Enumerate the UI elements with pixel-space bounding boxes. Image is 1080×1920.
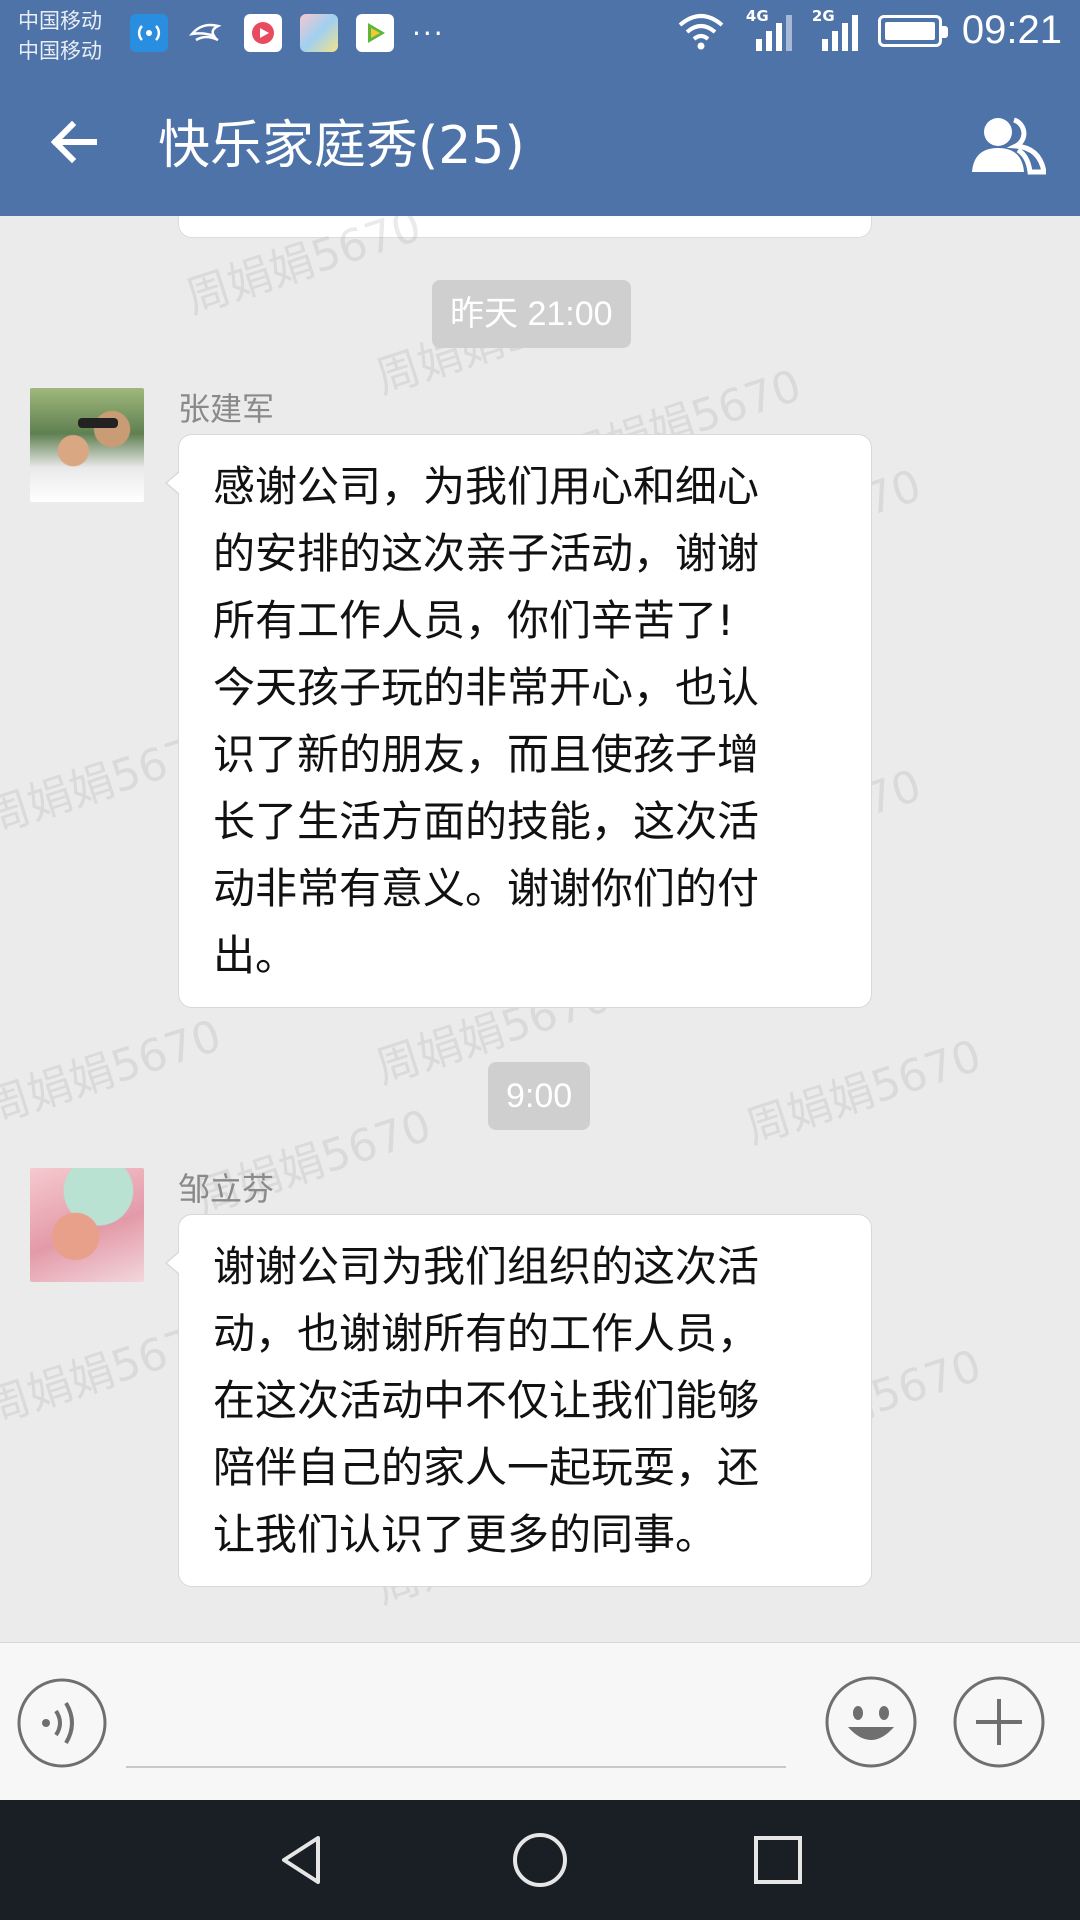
message-text-line: 出。	[213, 931, 298, 980]
status-indicators: 4G 2G 09:21	[676, 7, 1062, 53]
nav-home-icon[interactable]	[508, 1828, 572, 1892]
play-app-icon	[356, 14, 394, 52]
more-notifications-icon: ···	[412, 16, 445, 50]
watermark: 周娟娟5670	[0, 1010, 228, 1135]
message-input-bar	[0, 1642, 1080, 1800]
input-underline	[126, 1766, 786, 1768]
plus-icon[interactable]	[952, 1675, 1046, 1769]
message-text-line: 所有工作人员，你们辛苦了!	[213, 596, 734, 645]
message-text-line: 让我们认识了更多的同事。	[213, 1510, 718, 1559]
carrier-info: 中国移动 中国移动	[18, 6, 102, 66]
watermark: 周娟娟5670	[739, 1030, 988, 1155]
signal-2g-icon: 2G	[812, 7, 858, 51]
message-text-line: 动非常有意义。谢谢你们的付	[213, 864, 760, 913]
emoji-icon[interactable]	[824, 1675, 918, 1769]
avatar[interactable]	[30, 388, 144, 502]
group-members-icon[interactable]	[970, 112, 1046, 176]
bird-app-icon	[186, 14, 226, 52]
picture-app-icon	[300, 14, 338, 52]
message-list[interactable]: 周娟娟5670 周娟娟5670 周娟娟5670 周娟娟5670 周娟娟5670 …	[0, 216, 1080, 1642]
message-text-line: 的安排的这次亲子活动，谢谢	[213, 529, 760, 578]
clock: 09:21	[961, 8, 1062, 52]
video-app-icon	[244, 14, 282, 52]
nav-recent-icon[interactable]	[746, 1828, 810, 1892]
avatar[interactable]	[30, 1168, 144, 1282]
message-timestamp: 昨天 21:00	[432, 280, 631, 348]
nav-back-icon[interactable]	[270, 1828, 334, 1892]
voice-icon[interactable]	[16, 1677, 108, 1769]
message-text-line: 在这次活动中不仅让我们能够	[213, 1376, 760, 1425]
message-text-line: 感谢公司，为我们用心和细心	[213, 462, 760, 511]
wifi-icon	[678, 13, 724, 49]
sender-name: 邹立芬	[178, 1170, 275, 1208]
system-nav-bar	[0, 1800, 1080, 1920]
signal-app-icon	[130, 14, 168, 52]
message-text-line: 今天孩子玩的非常开心，也认	[213, 663, 760, 712]
message-bubble[interactable]: 感谢公司，为我们用心和细心 的安排的这次亲子活动，谢谢 所有工作人员，你们辛苦了…	[165, 434, 872, 1008]
status-bar: 中国移动 中国移动 ··· 4G 2G 09:21	[0, 0, 1080, 76]
previous-message-bubble	[178, 216, 872, 238]
message-text-line: 长了生活方面的技能，这次活	[213, 797, 760, 846]
signal-4g-icon: 4G	[746, 7, 792, 51]
back-arrow-icon[interactable]	[42, 110, 106, 174]
message-text-line: 识了新的朋友，而且使孩子增	[213, 730, 760, 779]
carrier-label-2: 中国移动	[18, 39, 102, 63]
battery-icon	[877, 14, 948, 47]
message-text-line: 谢谢公司为我们组织的这次活	[213, 1242, 760, 1291]
chat-header: 快乐家庭秀(25)	[0, 76, 1080, 216]
sender-name: 张建军	[178, 390, 275, 428]
message-input[interactable]	[126, 1683, 786, 1763]
message-timestamp: 9:00	[488, 1062, 591, 1130]
chat-title: 快乐家庭秀(25)	[158, 116, 525, 176]
message-bubble[interactable]: 谢谢公司为我们组织的这次活 动，也谢谢所有的工作人员， 在这次活动中不仅让我们能…	[165, 1214, 872, 1587]
carrier-label-1: 中国移动	[18, 9, 102, 33]
message-text-line: 动，也谢谢所有的工作人员，	[213, 1309, 760, 1358]
message-text-line: 陪伴自己的家人一起玩耍，还	[213, 1443, 760, 1492]
notification-icons: ···	[130, 14, 445, 52]
